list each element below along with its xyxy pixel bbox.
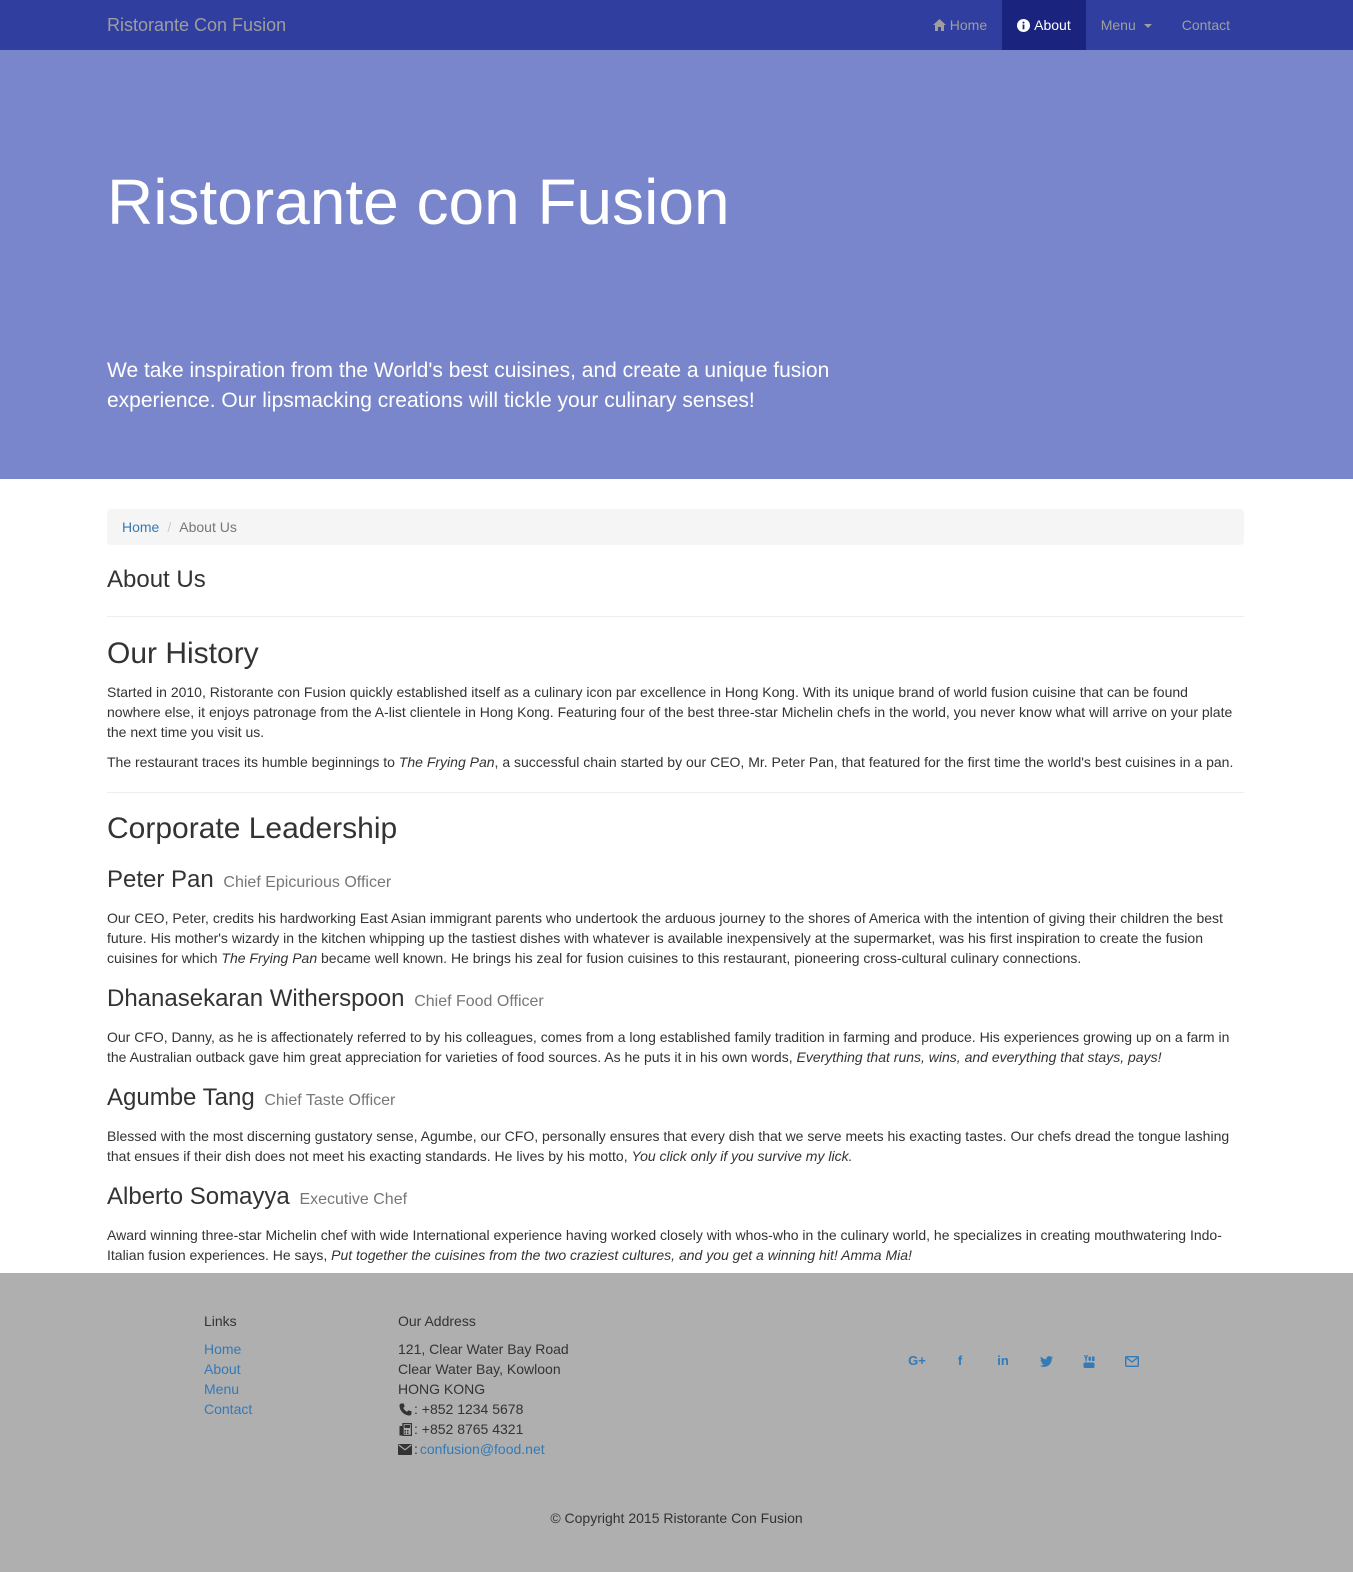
youtube-icon[interactable] [1079, 1351, 1099, 1371]
leader-heading: Dhanasekaran Witherspoon Chief Food Offi… [107, 984, 1244, 1017]
mail-icon[interactable] [1122, 1351, 1142, 1371]
italic-text: Everything that runs, wins, and everythi… [796, 1049, 1162, 1065]
jumbotron: Ristorante con Fusion We take inspiratio… [0, 50, 1353, 479]
history-paragraph-1: Started in 2010, Ristorante con Fusion q… [107, 684, 1233, 740]
leader-name: Alberto Somayya [107, 1183, 290, 1210]
leader-role: Executive Chef [299, 1191, 408, 1208]
facebook-icon[interactable]: f [950, 1351, 970, 1371]
footer-link-home[interactable]: Home [204, 1341, 241, 1357]
leader-item: Dhanasekaran Witherspoon Chief Food Offi… [107, 984, 1244, 1067]
info-circle-icon [1017, 18, 1031, 32]
leader-role: Chief Food Officer [414, 993, 544, 1010]
footer-link-contact[interactable]: Contact [204, 1401, 252, 1417]
email-row: : confusion@food.net [398, 1439, 569, 1459]
footer-links-title: Links [204, 1313, 237, 1329]
page-title: About Us [107, 566, 206, 593]
leader-name: Dhanasekaran Witherspoon [107, 985, 405, 1012]
copyright: © Copyright 2015 Ristorante Con Fusion [550, 1510, 803, 1526]
nav-item-label: About [1034, 16, 1071, 33]
phone-icon [398, 1402, 412, 1416]
divider [107, 792, 1244, 793]
footer: Links Home About Menu Contact Our Addres… [0, 1273, 1353, 1572]
address-line: Clear Water Bay, Kowloon [398, 1361, 561, 1377]
main-content: Home / About Us About Us Our History Sta… [107, 509, 1244, 1265]
nav-item-label: Home [949, 16, 988, 33]
leadership-title: Corporate Leadership [107, 812, 398, 845]
nav-menu: Home About Menu Contact [918, 0, 1245, 50]
address-line: HONG KONG [398, 1381, 486, 1397]
jumbotron-tagline: We take inspiration from the World's bes… [107, 359, 830, 412]
envelope-icon [398, 1442, 412, 1456]
footer-links: Links Home About Menu Contact [204, 1311, 252, 1419]
fax-icon [398, 1422, 412, 1436]
leader-heading: Peter Pan Chief Epicurious Officer [107, 865, 1244, 898]
home-icon [932, 19, 946, 32]
leader-role: Chief Taste Officer [264, 1092, 396, 1109]
nav-item-about[interactable]: About [1002, 0, 1086, 50]
text-segment: The restaurant traces its humble beginni… [107, 754, 399, 770]
divider [107, 616, 1244, 617]
italic-text: The Frying Pan [398, 754, 495, 770]
google-plus-icon[interactable]: G+ [907, 1351, 927, 1371]
jumbotron-title: Ristorante con Fusion [107, 166, 730, 238]
leader-item: Peter Pan Chief Epicurious Officer Our C… [107, 865, 1244, 968]
email-prefix: : [414, 1441, 418, 1457]
leader-bio: Award winning three-star Michelin chef w… [107, 1225, 1244, 1265]
navbar: Ristorante Con Fusion Home About Menu Co… [0, 0, 1353, 50]
navbar-brand[interactable]: Ristorante Con Fusion [107, 14, 286, 36]
footer-address: Our Address 121, Clear Water Bay Road Cl… [398, 1311, 569, 1459]
text-segment: , a successful chain started by our CEO,… [494, 754, 1234, 770]
leader-role: Chief Epicurious Officer [223, 874, 392, 891]
breadcrumb-current: About Us [179, 519, 237, 535]
leader-item: Alberto Somayya Executive Chef Award win… [107, 1182, 1244, 1265]
history-paragraph-2: The restaurant traces its humble beginni… [107, 752, 1244, 772]
leader-item: Agumbe Tang Chief Taste Officer Blessed … [107, 1083, 1244, 1166]
italic-text: The Frying Pan [221, 950, 318, 966]
fax-row: : +852 8765 4321 [398, 1419, 569, 1439]
footer-link-menu[interactable]: Menu [204, 1381, 239, 1397]
italic-text: You click only if you survive my lick. [631, 1148, 853, 1164]
italic-text: Put together the cuisines from the two c… [331, 1247, 912, 1263]
breadcrumb-separator: / [167, 519, 172, 535]
leader-heading: Agumbe Tang Chief Taste Officer [107, 1083, 1244, 1116]
breadcrumb: Home / About Us [107, 509, 1244, 545]
caret-down-icon [1143, 24, 1152, 28]
leader-heading: Alberto Somayya Executive Chef [107, 1182, 1244, 1215]
footer-address-title: Our Address [398, 1313, 476, 1329]
phone-row: : +852 1234 5678 [398, 1399, 569, 1419]
twitter-icon[interactable] [1036, 1351, 1056, 1371]
nav-item-label: Menu [1100, 16, 1136, 33]
linkedin-icon[interactable]: in [993, 1351, 1013, 1371]
leader-bio: Our CEO, Peter, credits his hardworking … [107, 908, 1244, 968]
history-title: Our History [107, 637, 259, 670]
breadcrumb-home[interactable]: Home [122, 517, 159, 537]
text-segment: became well known. He brings his zeal fo… [317, 950, 1082, 966]
footer-link-about[interactable]: About [204, 1361, 241, 1377]
nav-item-menu[interactable]: Menu [1086, 0, 1167, 50]
fax-number: : +852 8765 4321 [414, 1421, 524, 1437]
leader-bio: Our CFO, Danny, as he is affectionately … [107, 1027, 1244, 1067]
nav-item-label: Contact [1181, 16, 1230, 33]
address-line: 121, Clear Water Bay Road [398, 1341, 569, 1357]
phone-number: : +852 1234 5678 [414, 1401, 524, 1417]
social-links: G+ f in [907, 1351, 1142, 1371]
nav-item-home[interactable]: Home [918, 0, 1002, 50]
leader-name: Peter Pan [107, 866, 214, 893]
leader-name: Agumbe Tang [107, 1084, 255, 1111]
nav-item-contact[interactable]: Contact [1167, 0, 1245, 50]
leader-bio: Blessed with the most discerning gustato… [107, 1126, 1244, 1166]
email-link[interactable]: confusion@food.net [420, 1439, 545, 1459]
